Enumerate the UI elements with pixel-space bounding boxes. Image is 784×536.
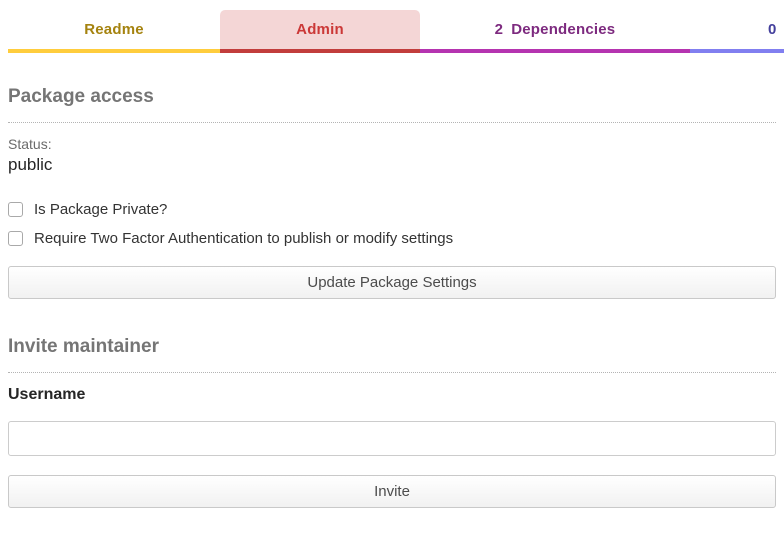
update-package-settings-button[interactable]: Update Package Settings [8, 266, 776, 299]
package-access-title: Package access [8, 86, 776, 108]
username-label: Username [8, 386, 776, 404]
tab-admin[interactable]: Admin [220, 10, 420, 53]
username-input[interactable] [8, 421, 776, 456]
status-label: Status: [8, 136, 776, 152]
require-2fa-checkbox[interactable] [8, 231, 23, 246]
tab-dependents-count: 0 [768, 21, 777, 38]
tab-dependencies[interactable]: 2 Dependencies [420, 10, 690, 53]
tab-dependencies-label: Dependencies [511, 21, 615, 38]
package-tabbar: Readme Admin 2 Dependencies 0 [8, 0, 784, 53]
section-divider [8, 372, 776, 373]
tab-dependents[interactable]: 0 [690, 10, 784, 53]
tab-admin-label: Admin [296, 21, 344, 38]
invite-button[interactable]: Invite [8, 475, 776, 508]
tab-readme-label: Readme [84, 21, 144, 38]
tab-dependencies-count: 2 [495, 21, 504, 38]
invite-maintainer-title: Invite maintainer [8, 336, 776, 358]
is-package-private-checkbox[interactable] [8, 202, 23, 217]
invite-maintainer-section: Invite maintainer Username Invite [8, 336, 776, 508]
two-factor-checkbox-row[interactable]: Require Two Factor Authentication to pub… [8, 230, 776, 247]
tab-readme[interactable]: Readme [8, 10, 220, 53]
require-2fa-label: Require Two Factor Authentication to pub… [34, 230, 453, 247]
is-package-private-label: Is Package Private? [34, 201, 167, 218]
section-divider [8, 122, 776, 123]
package-settings-checkboxes: Is Package Private? Require Two Factor A… [8, 201, 776, 247]
status-value: public [8, 155, 776, 175]
private-checkbox-row[interactable]: Is Package Private? [8, 201, 776, 218]
admin-panel: Package access Status: public Is Package… [8, 86, 776, 508]
package-access-section: Package access Status: public Is Package… [8, 86, 776, 299]
